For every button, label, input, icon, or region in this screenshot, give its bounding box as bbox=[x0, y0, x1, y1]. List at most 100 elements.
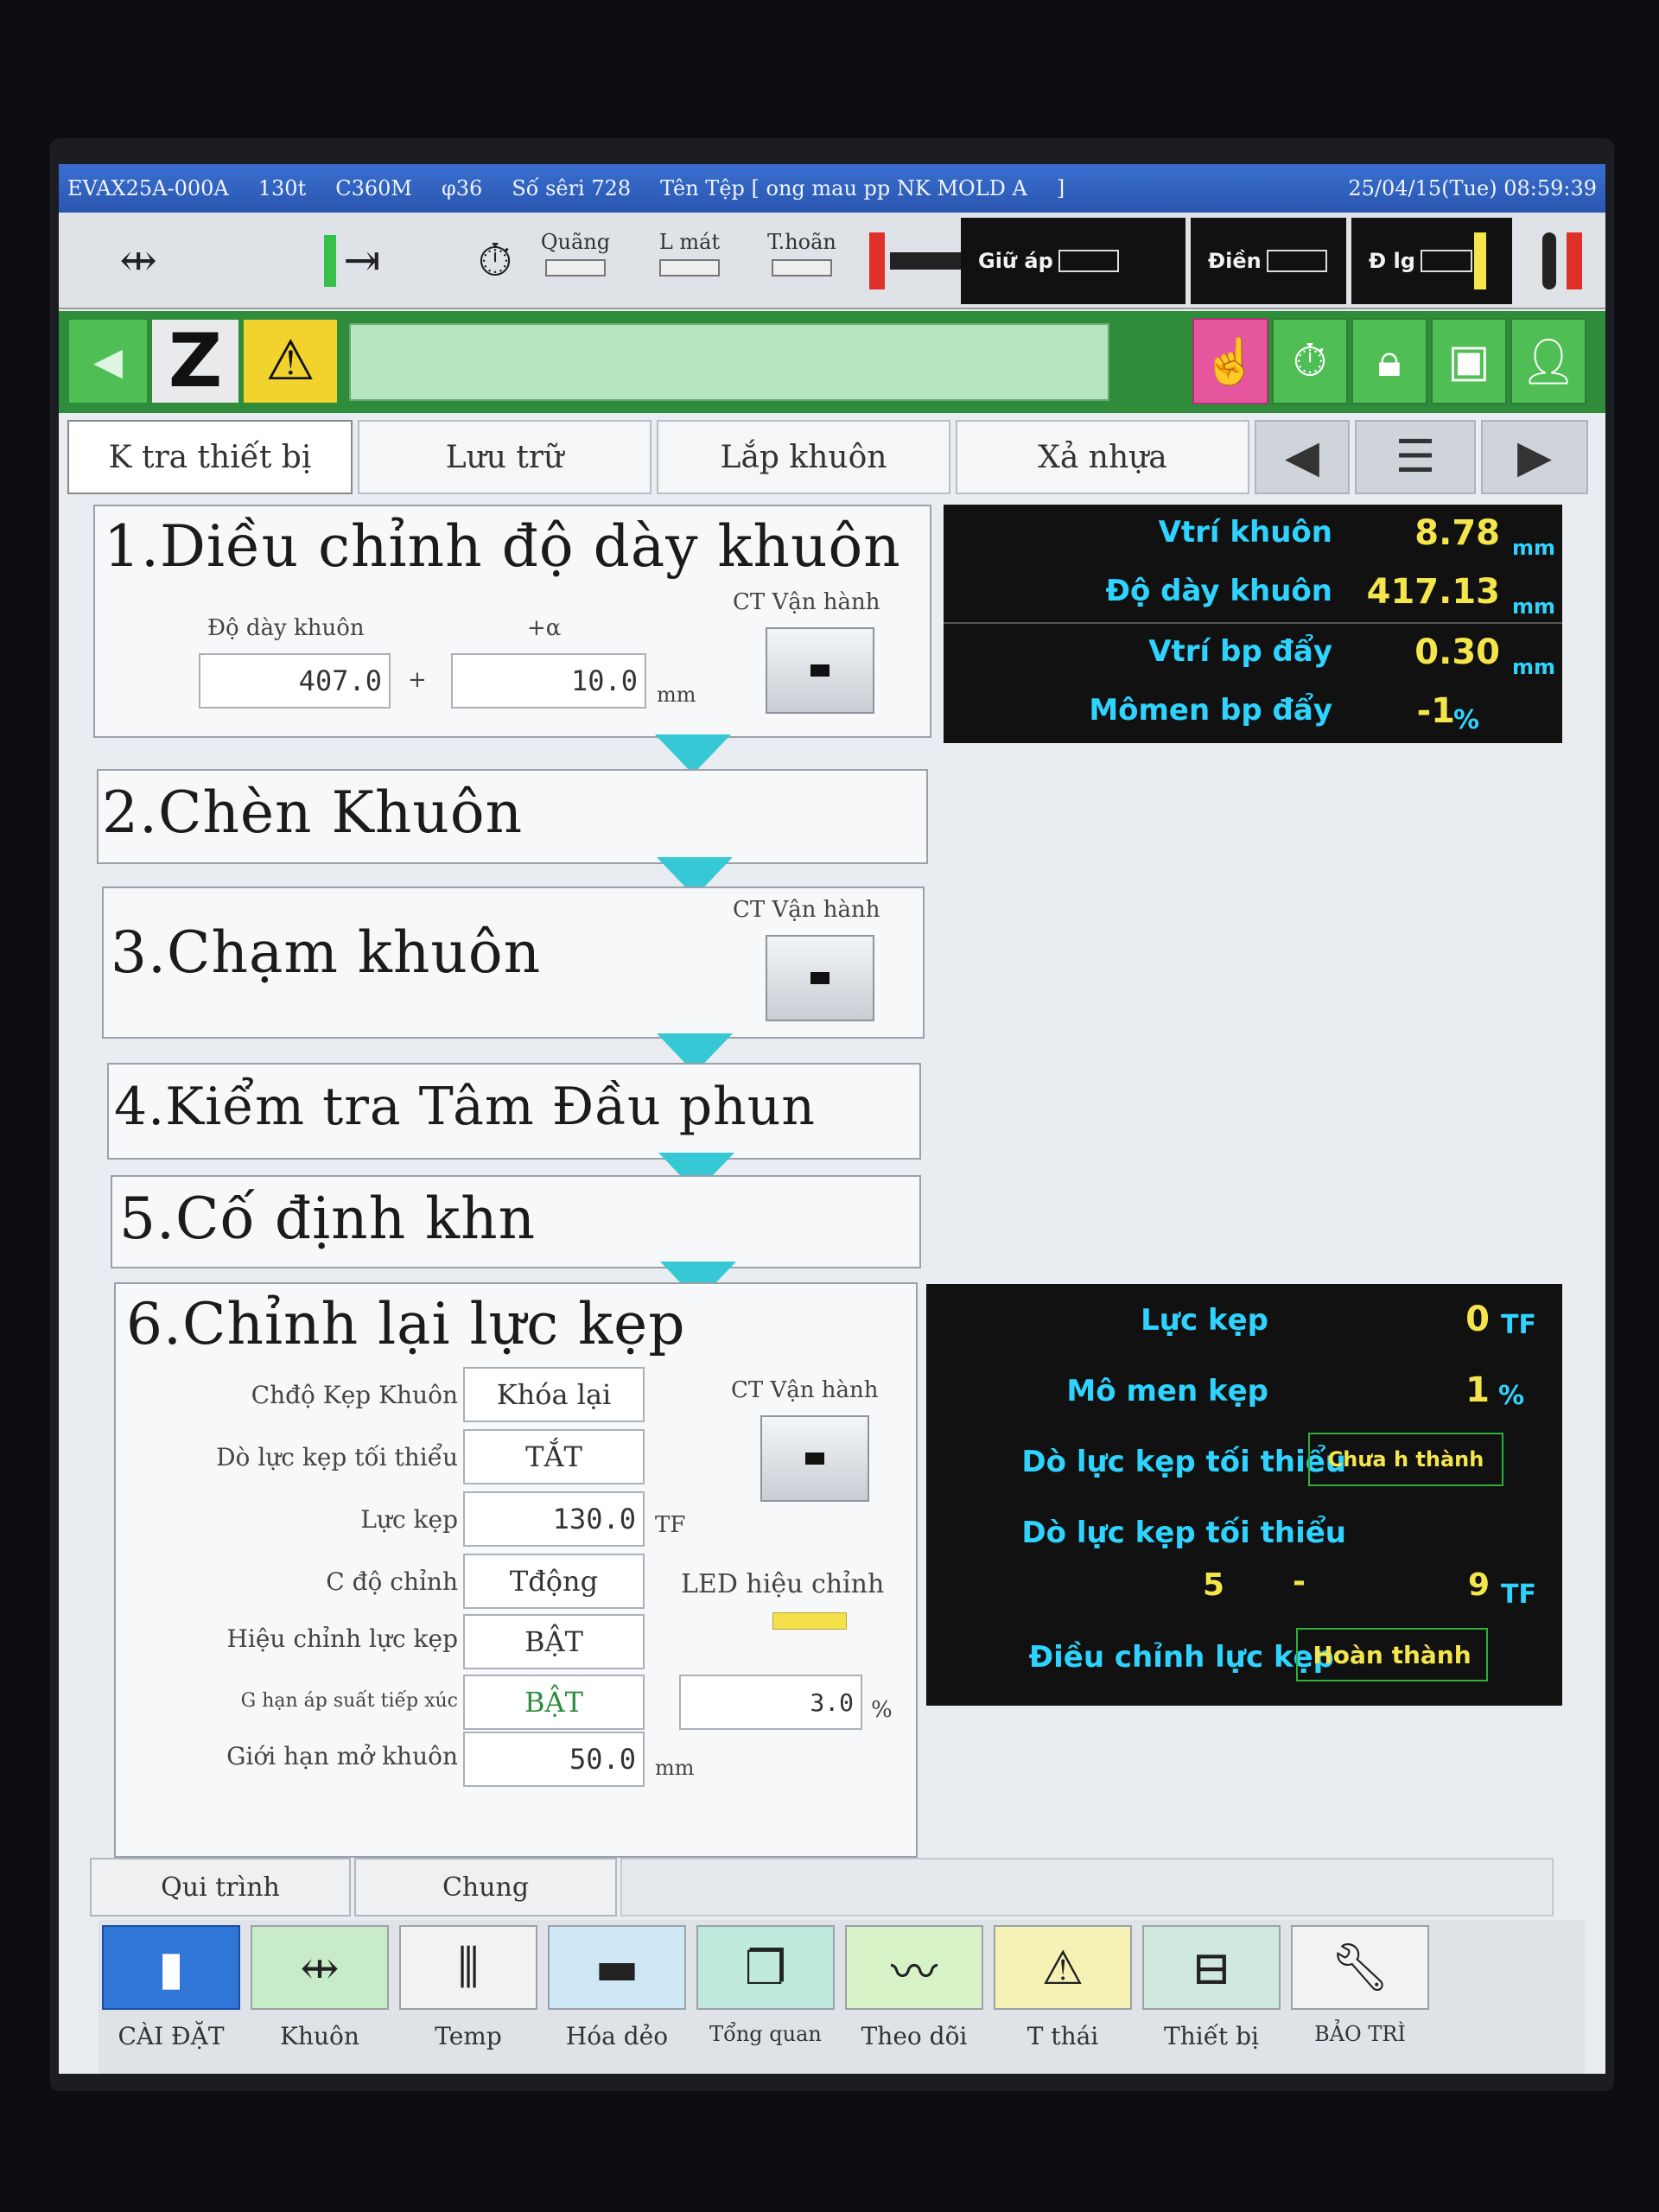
step-2-panel: 2.Chèn Khuôn bbox=[97, 769, 928, 864]
hmi-screen: EVAX25A-000A 130t C360M φ36 Số sêri 728 … bbox=[59, 164, 1605, 2074]
contact-pressure-pct-input[interactable]: 3.0 bbox=[679, 1675, 862, 1730]
tab-list-button[interactable]: ☰ bbox=[1355, 420, 1476, 494]
cycle-timer-button[interactable]: ⏱ bbox=[1272, 318, 1348, 404]
step-6-op-label: CT Vận hành bbox=[731, 1377, 879, 1403]
screenshot-button[interactable]: ▣ bbox=[1431, 318, 1507, 404]
contact-pressure-limit-field[interactable]: BẬT bbox=[463, 1675, 645, 1730]
position-monitor-panel: Vtrí khuôn 8.78 mm Độ dày khuôn 417.13 m… bbox=[944, 505, 1562, 743]
alpha-input[interactable]: 10.0 bbox=[451, 653, 646, 709]
alarm-button[interactable]: ⚠ bbox=[244, 320, 337, 403]
thermometer-icon bbox=[1528, 230, 1597, 292]
tab-prev-button[interactable]: ◀ bbox=[1255, 420, 1350, 494]
step-1-panel: 1.Diều chỉnh độ dày khuôn Độ dày khuôn +… bbox=[93, 505, 931, 738]
user-icon: 👤︎ bbox=[1519, 335, 1577, 388]
mold-thickness-input[interactable]: 407.0 bbox=[199, 653, 391, 709]
timer-icon: ⏱ bbox=[477, 234, 513, 287]
windows-icon: ❐ bbox=[696, 1925, 835, 2010]
step-5-panel: 5.Cố định khn bbox=[111, 1175, 921, 1268]
min-force-detect-field[interactable]: TẮT bbox=[463, 1429, 645, 1484]
subtab-process[interactable]: Qui trình bbox=[90, 1858, 351, 1916]
clamp-force-monitor-value: 0 bbox=[1465, 1300, 1490, 1339]
step-3-run-button[interactable] bbox=[766, 935, 874, 1021]
z-mode-button[interactable]: Z bbox=[152, 318, 238, 404]
machine-tonnage: 130t bbox=[257, 176, 307, 200]
step-1-run-button[interactable] bbox=[766, 627, 874, 714]
hand-mode-button[interactable]: ☝ bbox=[1192, 318, 1268, 404]
nav-equipment[interactable]: ⊟ Thiết bị bbox=[1139, 1920, 1284, 2067]
step-6-run-button[interactable] bbox=[760, 1415, 869, 1502]
step-1-op-label: CT Vận hành bbox=[733, 589, 880, 615]
warning-icon: ⚠ bbox=[265, 329, 315, 393]
min-force-detect-label: Dò lực kẹp tối thiểu bbox=[216, 1443, 458, 1471]
plus-sign: + bbox=[408, 667, 427, 693]
clamp-force-label: Lực kẹp bbox=[360, 1505, 458, 1534]
machine-model: EVAX25A-000A bbox=[67, 176, 229, 200]
user-button[interactable]: 👤︎ bbox=[1510, 318, 1586, 404]
led-adjust-label: LED hiệu chỉnh bbox=[681, 1569, 885, 1599]
ejector-position-unit: mm bbox=[1511, 655, 1555, 679]
mold-thickness-label: Độ dày khuôn bbox=[1105, 574, 1332, 608]
controller-model: C360M bbox=[335, 176, 412, 200]
stop-square-icon bbox=[810, 664, 830, 677]
nav-plasticizing[interactable]: ▬ Hóa dẻo bbox=[544, 1920, 690, 2067]
screw-size: φ36 bbox=[441, 176, 483, 200]
mold-open-limit-label: Giới hạn mở khuôn bbox=[226, 1742, 458, 1770]
clamp-adjust-status-label: Điều chỉnh lực kẹp bbox=[1028, 1640, 1334, 1675]
wrench-icon: 🔧︎ bbox=[1291, 1925, 1429, 2010]
setup-tabs: K tra thiết bị Lưu trữ Lắp khuôn Xả nhựa… bbox=[67, 420, 1597, 496]
clamp-mode-field[interactable]: Khóa lại bbox=[463, 1367, 645, 1422]
clamp-force-unit: TF bbox=[655, 1512, 686, 1538]
tab-purge[interactable]: Xả nhựa bbox=[956, 420, 1249, 494]
min-force-range-sep: - bbox=[1293, 1564, 1306, 1599]
mold-position-label: Vtrí khuôn bbox=[1158, 515, 1332, 550]
force-correction-field[interactable]: BẬT bbox=[463, 1614, 645, 1669]
warning-icon: ⚠ bbox=[994, 1925, 1132, 2010]
back-button[interactable]: ◀ bbox=[69, 320, 147, 403]
nav-maintenance[interactable]: 🔧︎ BẢO TRÌ bbox=[1287, 1920, 1433, 2067]
mold-position-unit: mm bbox=[1511, 536, 1555, 560]
tab-equipment-check[interactable]: K tra thiết bị bbox=[67, 420, 353, 494]
nav-overview[interactable]: ❐ Tổng quan bbox=[693, 1920, 838, 2067]
step-4-title: 4.Kiểm tra Tâm Đầu phun bbox=[114, 1077, 817, 1137]
stopwatch-icon: ⏱ bbox=[1292, 334, 1328, 387]
nav-monitor[interactable]: 〰 Theo dõi bbox=[842, 1920, 987, 2067]
fill-panel: Điền bbox=[1191, 218, 1346, 304]
nav-status[interactable]: ⚠ T thái bbox=[990, 1920, 1135, 2067]
ejector-torque-unit: % bbox=[1452, 705, 1479, 735]
nav-mold[interactable]: ⇹ Khuôn bbox=[247, 1920, 392, 2067]
hold-pressure-panel: Giữ áp bbox=[961, 218, 1185, 304]
step-4-panel: 4.Kiểm tra Tâm Đầu phun bbox=[107, 1063, 921, 1160]
file-name: Tên Tệp [ ong mau pp NK MOLD A bbox=[660, 176, 1027, 200]
ejector-position-value: 0.30 bbox=[1414, 632, 1500, 672]
adjust-mode-field[interactable]: Tđộng bbox=[463, 1554, 645, 1609]
step-6-panel: 6.Chỉnh lại lực kẹp CT Vận hành Chđộ Kẹp… bbox=[114, 1282, 918, 1858]
triangle-left-icon: ◀ bbox=[1285, 431, 1319, 483]
nav-setup[interactable]: ▮ CÀI ĐẶT bbox=[99, 1920, 244, 2067]
subtab-general[interactable]: Chung bbox=[354, 1858, 617, 1916]
nav-temp[interactable]: ⫼ Temp bbox=[396, 1920, 541, 2067]
list-icon: ☰ bbox=[1395, 431, 1436, 483]
cooling-indicator: L mát bbox=[646, 230, 733, 276]
monitor-divider bbox=[944, 622, 1562, 624]
mold-open-limit-input[interactable]: 50.0 bbox=[463, 1732, 645, 1787]
min-force-detect-status: Chưa h thành bbox=[1308, 1433, 1503, 1486]
thickness-label: Độ dày khuôn bbox=[207, 615, 365, 641]
triangle-right-icon: ▶ bbox=[1517, 431, 1552, 483]
clamp-monitor-panel: Lực kẹp 0 TF Mô men kẹp 1 % Dò lực kẹp t… bbox=[926, 1284, 1562, 1706]
ejector-icon: ⇥ bbox=[275, 230, 430, 292]
subtab-bar-fill bbox=[620, 1858, 1554, 1916]
mold-open-close-icon: ⇹ bbox=[119, 235, 157, 287]
tab-mold-mounting[interactable]: Lắp khuôn bbox=[657, 420, 950, 494]
step-3-panel: 3.Chạm khuôn CT Vận hành bbox=[102, 887, 925, 1039]
step-3-title: 3.Chạm khuôn bbox=[111, 919, 542, 986]
tab-next-button[interactable]: ▶ bbox=[1481, 420, 1588, 494]
lock-button[interactable]: 🔒︎ bbox=[1351, 318, 1427, 404]
tab-storage[interactable]: Lưu trữ bbox=[358, 420, 652, 494]
clamp-force-monitor-label: Lực kẹp bbox=[1141, 1303, 1268, 1338]
clamp-force-monitor-unit: TF bbox=[1501, 1310, 1536, 1340]
clamp-force-input[interactable]: 130.0 bbox=[463, 1491, 645, 1547]
stroke-indicator: Quãng bbox=[532, 230, 619, 276]
min-force-range-unit: TF bbox=[1501, 1580, 1536, 1610]
alpha-label: +α bbox=[527, 615, 562, 641]
alarm-toolbar: ◀ Z ⚠ ☝ ⏱ 🔒︎ ▣ 👤︎ bbox=[59, 311, 1605, 413]
